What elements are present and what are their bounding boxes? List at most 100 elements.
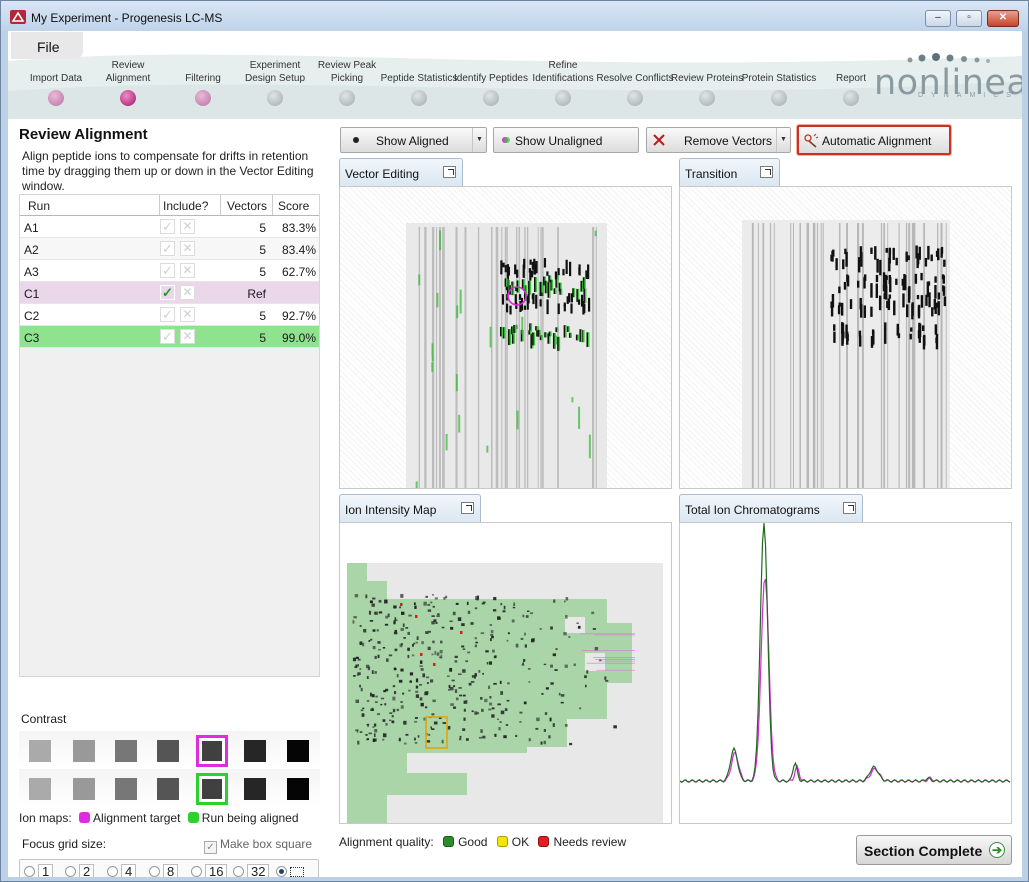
contrast-swatch[interactable]: [73, 778, 95, 800]
include-check-icon[interactable]: ✓: [160, 219, 175, 234]
close-button[interactable]: ✕: [987, 10, 1019, 27]
ion-spot: [389, 712, 393, 714]
exclude-x-icon[interactable]: ✕: [180, 307, 195, 322]
include-check-icon[interactable]: ✓: [160, 329, 175, 344]
radio-icon: [191, 866, 202, 877]
include-check-icon[interactable]: ✓: [160, 241, 175, 256]
table-row[interactable]: C1 ✓ ✕ Ref: [20, 282, 319, 304]
total-ion-chromatograms-tab[interactable]: Total Ion Chromatograms: [679, 494, 863, 522]
table-row[interactable]: A1 ✓ ✕ 5 83.3%: [20, 216, 319, 238]
ms-peak: [888, 247, 891, 264]
workflow-step[interactable]: Resolve Conflicts: [596, 59, 674, 111]
workflow-step[interactable]: Review Alignment: [89, 59, 167, 111]
contrast-swatch[interactable]: [29, 740, 51, 762]
grid-size-option[interactable]: 2: [65, 864, 95, 877]
workflow-step[interactable]: Review Peak Picking: [308, 59, 386, 111]
workflow-step[interactable]: Protein Statistics: [740, 59, 818, 111]
table-row[interactable]: C2 ✓ ✕ 5 92.7%: [20, 304, 319, 326]
ion-intensity-map-pane[interactable]: [339, 522, 672, 845]
grid-size-option[interactable]: 1: [24, 864, 54, 877]
contrast-swatch[interactable]: [73, 740, 95, 762]
ms-peak: [942, 275, 945, 284]
ion-spot: [452, 611, 456, 616]
include-column-header[interactable]: Include?: [163, 199, 208, 213]
ion-spot: [512, 606, 516, 609]
popout-icon[interactable]: [843, 502, 856, 514]
section-complete-button[interactable]: Section Complete ➔: [856, 835, 1012, 865]
workflow-step[interactable]: Review Proteins: [668, 59, 746, 111]
ms-peak: [846, 334, 849, 341]
contrast-swatch[interactable]: [115, 740, 137, 762]
transition-pane[interactable]: [679, 186, 1012, 515]
table-row[interactable]: A3 ✓ ✕ 5 62.7%: [20, 260, 319, 282]
table-row[interactable]: A2 ✓ ✕ 5 83.4%: [20, 238, 319, 260]
automatic-alignment-button[interactable]: Automatic Alignment: [797, 125, 951, 155]
workflow-step[interactable]: Identify Peptides: [452, 59, 530, 111]
ion-spot: [454, 660, 458, 663]
chevron-down-icon[interactable]: ▼: [776, 128, 790, 152]
ion-spot: [422, 673, 426, 678]
exclude-x-icon[interactable]: ✕: [180, 329, 195, 344]
chevron-down-icon[interactable]: ▼: [472, 128, 486, 152]
show-unaligned-button[interactable]: Show Unaligned: [493, 127, 639, 153]
workflow-step-label: Review Proteins: [670, 72, 744, 84]
include-check-icon[interactable]: ✓: [160, 285, 175, 300]
popout-icon[interactable]: [461, 502, 474, 514]
ion-spot: [484, 698, 488, 703]
ion-spot: [367, 725, 369, 727]
ms-peak: [937, 301, 940, 316]
ion-intensity-map-view[interactable]: [340, 523, 671, 845]
contrast-swatch[interactable]: [244, 778, 266, 800]
workflow-step[interactable]: Experiment Design Setup: [236, 59, 314, 111]
transition-tab[interactable]: Transition: [679, 158, 780, 186]
exclude-x-icon[interactable]: ✕: [180, 219, 195, 234]
ion-spot: [359, 641, 363, 645]
include-check-icon[interactable]: ✓: [160, 263, 175, 278]
workflow-step[interactable]: Peptide Statistics: [380, 59, 458, 111]
ms-peak: [893, 300, 896, 316]
ion-intensity-map-tab[interactable]: Ion Intensity Map: [339, 494, 481, 522]
score-value: 92.7%: [281, 309, 316, 323]
grid-size-option[interactable]: 4: [107, 864, 137, 877]
run-column-header[interactable]: Run: [28, 199, 50, 213]
grid-size-option[interactable]: 32: [233, 864, 270, 877]
maximize-button[interactable]: ▫: [956, 10, 982, 27]
workflow-step[interactable]: Filtering: [164, 59, 242, 111]
contrast-swatch[interactable]: [196, 735, 228, 767]
show-aligned-button[interactable]: Show Aligned ▼: [340, 127, 487, 153]
exclude-x-icon[interactable]: ✕: [180, 263, 195, 278]
workflow-step[interactable]: Refine Identifications: [524, 59, 602, 111]
table-row[interactable]: C3 ✓ ✕ 5 99.0%: [20, 326, 319, 348]
ion-spot: [370, 638, 373, 641]
contrast-swatch[interactable]: [115, 778, 137, 800]
score-column-header[interactable]: Score: [278, 199, 309, 213]
contrast-swatch[interactable]: [157, 778, 179, 800]
vector-editing-view[interactable]: [340, 187, 671, 513]
grid-size-option[interactable]: 16: [191, 864, 228, 877]
minimize-button[interactable]: –: [925, 10, 951, 27]
include-check-icon[interactable]: ✓: [160, 307, 175, 322]
contrast-swatch[interactable]: [287, 740, 309, 762]
workflow-step-label: Refine Identifications: [532, 60, 594, 84]
contrast-swatch[interactable]: [287, 778, 309, 800]
grid-size-box-option[interactable]: [276, 864, 304, 877]
exclude-x-icon[interactable]: ✕: [180, 241, 195, 256]
popout-icon[interactable]: [443, 166, 456, 178]
workflow-step[interactable]: Import Data: [17, 59, 95, 111]
contrast-swatch[interactable]: [157, 740, 179, 762]
exclude-x-icon[interactable]: ✕: [180, 285, 195, 300]
grid-size-option[interactable]: 8: [149, 864, 179, 877]
vector-editing-pane[interactable]: [339, 186, 672, 513]
contrast-swatch[interactable]: [29, 778, 51, 800]
popout-icon[interactable]: [760, 166, 773, 178]
ms-peak-aligned: [529, 280, 532, 295]
contrast-swatch[interactable]: [244, 740, 266, 762]
ion-spot: [466, 601, 469, 606]
contrast-swatch[interactable]: [196, 773, 228, 805]
remove-vectors-button[interactable]: Remove Vectors ▼: [646, 127, 791, 153]
ms-peak: [931, 307, 934, 317]
vector-editing-tab[interactable]: Vector Editing: [339, 158, 463, 186]
vectors-column-header[interactable]: Vectors: [227, 199, 267, 213]
file-menu[interactable]: File: [11, 32, 83, 59]
make-box-square-checkbox[interactable]: ✓ Make box square: [204, 837, 312, 854]
